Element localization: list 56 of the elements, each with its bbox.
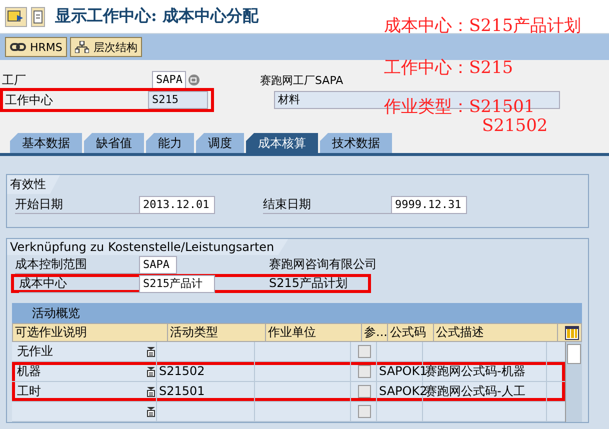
- column-header[interactable]: 作业单位: [266, 324, 362, 341]
- popup-icon[interactable]: [188, 74, 200, 86]
- annotation-text: 成本中心：S215产品计划: [384, 15, 582, 37]
- select-icon[interactable]: [147, 342, 157, 361]
- column-header[interactable]: 公式码: [388, 324, 434, 341]
- table-cell[interactable]: 机器: [12, 362, 147, 381]
- plant-field[interactable]: SAPA: [152, 71, 186, 89]
- tab[interactable]: 基本数据: [10, 133, 82, 153]
- toolbar-button[interactable]: HRMS: [5, 37, 68, 57]
- group-title: 有效性: [7, 175, 60, 194]
- table-row[interactable]: 机器 S21502 SAPOK1赛跑网公式码-机器: [12, 362, 565, 382]
- cost-center-field[interactable]: S215产品计: [139, 274, 215, 292]
- checkbox[interactable]: [358, 405, 371, 418]
- controlling-area-field[interactable]: SAPA: [139, 256, 177, 274]
- tab[interactable]: 技术数据: [320, 133, 392, 153]
- tab[interactable]: 能力: [146, 133, 194, 153]
- column-header[interactable]: 公式描述: [434, 324, 558, 341]
- group-title: Verknüpfung zu Kostenstelle/Leistungsarten: [7, 239, 288, 255]
- column-header[interactable]: 参...: [362, 324, 388, 341]
- table-title: 活动概览: [32, 304, 80, 322]
- hierarchy-icon: [75, 41, 90, 53]
- scrollbar[interactable]: [565, 342, 582, 422]
- select-icon[interactable]: [147, 402, 157, 421]
- start-date-field[interactable]: 2013.12.01: [139, 196, 215, 214]
- column-header[interactable]: 活动类型: [168, 324, 266, 341]
- checkbox[interactable]: [358, 385, 371, 398]
- window-title: 显示工作中心: 成本中心分配: [55, 6, 258, 27]
- table-cell: S21502: [157, 362, 255, 381]
- checkbox[interactable]: [358, 345, 371, 358]
- link-icon: [10, 42, 26, 52]
- app-icon[interactable]: [5, 6, 27, 26]
- checkbox[interactable]: [358, 365, 371, 378]
- tab[interactable]: 缺省值: [84, 133, 144, 153]
- table-settings-icon[interactable]: [565, 324, 581, 341]
- annotation-text: 工作中心：S215: [384, 57, 514, 79]
- document-icon[interactable]: [31, 6, 45, 26]
- toolbar-button[interactable]: 层次结构: [70, 37, 142, 57]
- field-label: 工作中心: [4, 92, 54, 108]
- annotation-text: S21502: [482, 116, 548, 136]
- plant-description: 赛跑网工厂SAPA: [260, 72, 344, 88]
- field-label: 工厂: [1, 72, 27, 88]
- column-header[interactable]: 可选作业说明: [13, 324, 168, 341]
- cost-center-description: S215产品计划: [269, 275, 348, 292]
- table-cell[interactable]: 无作业: [12, 342, 147, 361]
- annotation-text: 作业类型：S21501: [384, 96, 535, 118]
- tab[interactable]: 成本核算: [246, 133, 318, 153]
- work-center-field[interactable]: S215: [148, 91, 208, 109]
- end-date-field[interactable]: 9999.12.31: [391, 196, 467, 214]
- tab[interactable]: 调度: [196, 133, 244, 153]
- select-icon[interactable]: [147, 362, 157, 381]
- table-cell: S21501: [157, 382, 255, 401]
- select-icon[interactable]: [147, 382, 157, 401]
- table-row[interactable]: 无作业: [12, 342, 565, 362]
- table-cell[interactable]: 工时: [12, 382, 147, 401]
- table-row[interactable]: 工时 S21501 SAPOK2赛跑网公式码-人工: [12, 382, 565, 402]
- controlling-area-description: 赛跑网咨询有限公司: [269, 256, 377, 273]
